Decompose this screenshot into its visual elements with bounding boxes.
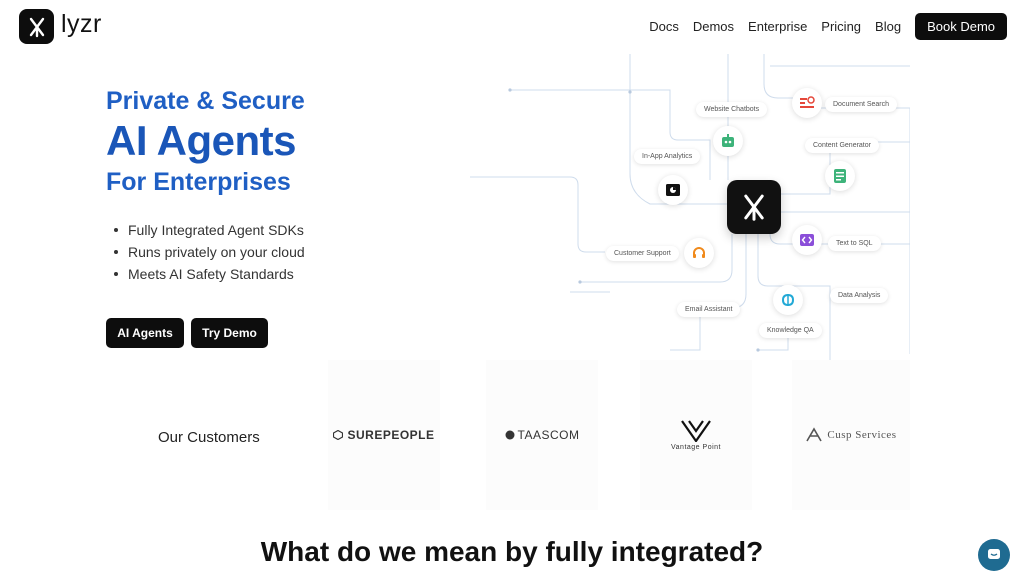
customer-logo-surepeople: SUREPEOPLE (328, 360, 440, 510)
book-demo-button[interactable]: Book Demo (915, 13, 1007, 40)
cusp-services-logo-icon (806, 427, 823, 442)
taascom-logo-icon (505, 430, 515, 440)
lyzr-logo-icon (19, 9, 54, 44)
customer-logo-cusp-services: Cusp Services (792, 360, 910, 510)
hero-heading-line1: Private & Secure (106, 87, 305, 115)
ai-agents-button[interactable]: AI Agents (106, 318, 184, 348)
nav-pricing[interactable]: Pricing (821, 19, 861, 34)
feature-bullet: Meets AI Safety Standards (114, 263, 305, 285)
bullet-dot-icon (114, 272, 118, 276)
section-heading: What do we mean by fully integrated? (260, 536, 764, 567)
chip-document-search: Document Search (825, 97, 898, 112)
customer-logo-vantage-point: Vantage Point (640, 360, 752, 510)
bullet-dot-icon (114, 228, 118, 232)
chip-data-analysis: Data Analysis (830, 288, 889, 303)
hero-heading-line3: For Enterprises (106, 168, 291, 196)
chat-bubble-icon (988, 549, 1000, 559)
chatbot-robot-icon (713, 126, 743, 156)
content-generator-icon (825, 161, 855, 191)
hero-heading-line2: AI Agents (106, 117, 296, 164)
vantage-point-logo-icon (681, 419, 711, 442)
chat-support-button[interactable] (978, 539, 1010, 571)
document-search-icon (792, 88, 822, 118)
lyzr-hub-icon (727, 180, 781, 234)
chip-email-assistant: Email Assistant (677, 302, 741, 317)
vantage-point-wordmark: Vantage Point (671, 443, 721, 451)
customer-logo-taascom: TAASCOM (486, 360, 598, 510)
logo-wordmark: lyzr (61, 10, 102, 38)
chip-text-to-sql: Text to SQL (828, 236, 881, 251)
cusp-services-wordmark: Cusp Services (827, 429, 897, 441)
surepeople-wordmark: SUREPEOPLE (347, 428, 435, 442)
feature-bullet-text: Runs privately on your cloud (128, 244, 305, 260)
taascom-wordmark: TAASCOM (517, 428, 580, 442)
feature-bullets: Fully Integrated Agent SDKs Runs private… (114, 219, 305, 285)
main-nav: Docs Demos Enterprise Pricing Blog Book … (649, 13, 1007, 40)
feature-bullet: Fully Integrated Agent SDKs (114, 219, 305, 241)
chip-website-chatbots: Website Chatbots (696, 102, 768, 117)
chip-content-generator: Content Generator (805, 138, 879, 153)
chip-knowledge-qa: Knowledge QA (759, 323, 822, 338)
lyzr-logo[interactable]: lyzr (19, 9, 102, 44)
customers-heading: Our Customers (158, 429, 260, 446)
nav-demos[interactable]: Demos (693, 19, 734, 34)
bullet-dot-icon (114, 250, 118, 254)
nav-docs[interactable]: Docs (649, 19, 679, 34)
try-demo-button[interactable]: Try Demo (191, 318, 268, 348)
site-header: lyzr Docs Demos Enterprise Pricing Blog … (0, 0, 1024, 54)
code-tag-icon (792, 225, 822, 255)
headset-support-icon (684, 238, 714, 268)
nav-blog[interactable]: Blog (875, 19, 901, 34)
integration-diagram: Website Chatbots Document Search In-App … (470, 54, 910, 360)
feature-bullet-text: Fully Integrated Agent SDKs (128, 222, 304, 238)
knowledge-brain-icon (773, 285, 803, 315)
feature-bullet-text: Meets AI Safety Standards (128, 266, 294, 282)
feature-bullet: Runs privately on your cloud (114, 241, 305, 263)
analytics-chart-icon (658, 175, 688, 205)
nav-enterprise[interactable]: Enterprise (748, 19, 807, 34)
chip-customer-support: Customer Support (606, 246, 679, 261)
chip-inapp-analytics: In-App Analytics (634, 149, 701, 164)
surepeople-logo-icon (333, 430, 344, 440)
